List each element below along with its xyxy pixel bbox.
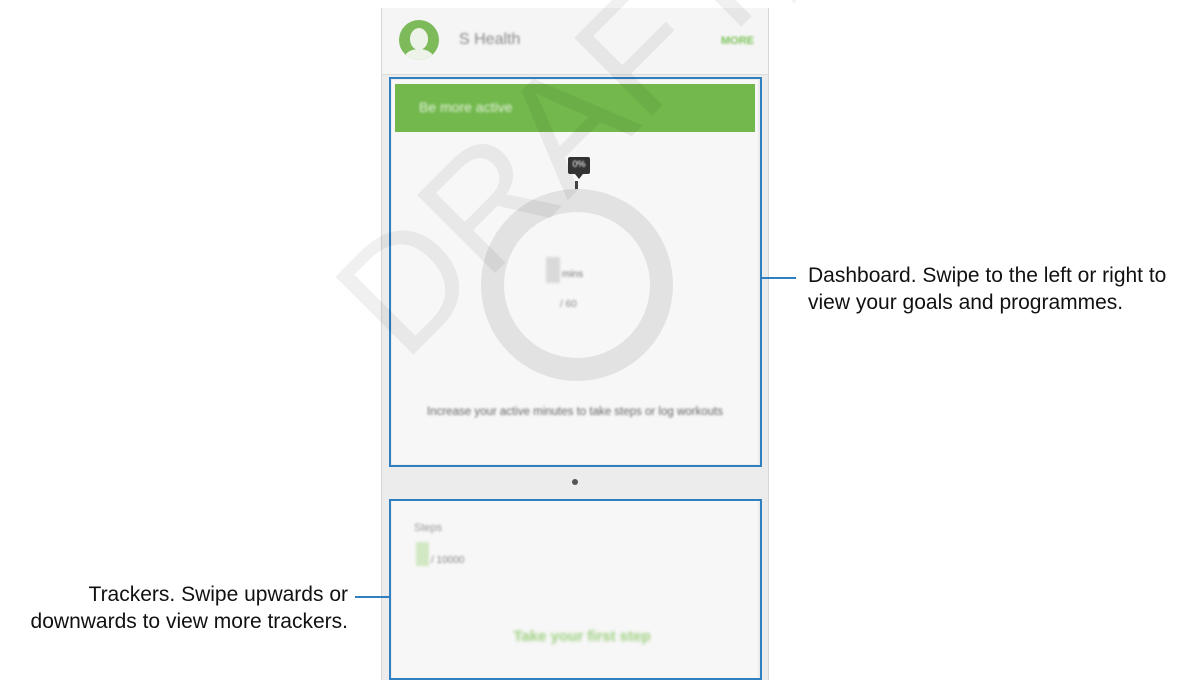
page-indicator-dot[interactable] [572,479,578,485]
trackers-annotation: Trackers. Swipe upwards or downwards to … [30,583,348,633]
app-title: S Health [459,31,521,48]
avatar-body-icon [404,49,434,60]
dashboard-annotation: Dashboard. Swipe to the left or right to… [808,264,1167,314]
trackers-callout-line [355,596,389,598]
profile-avatar[interactable] [399,20,439,60]
avatar-face-icon [410,28,428,50]
trackers-highlight [389,499,762,680]
dashboard-callout-line [762,277,796,279]
